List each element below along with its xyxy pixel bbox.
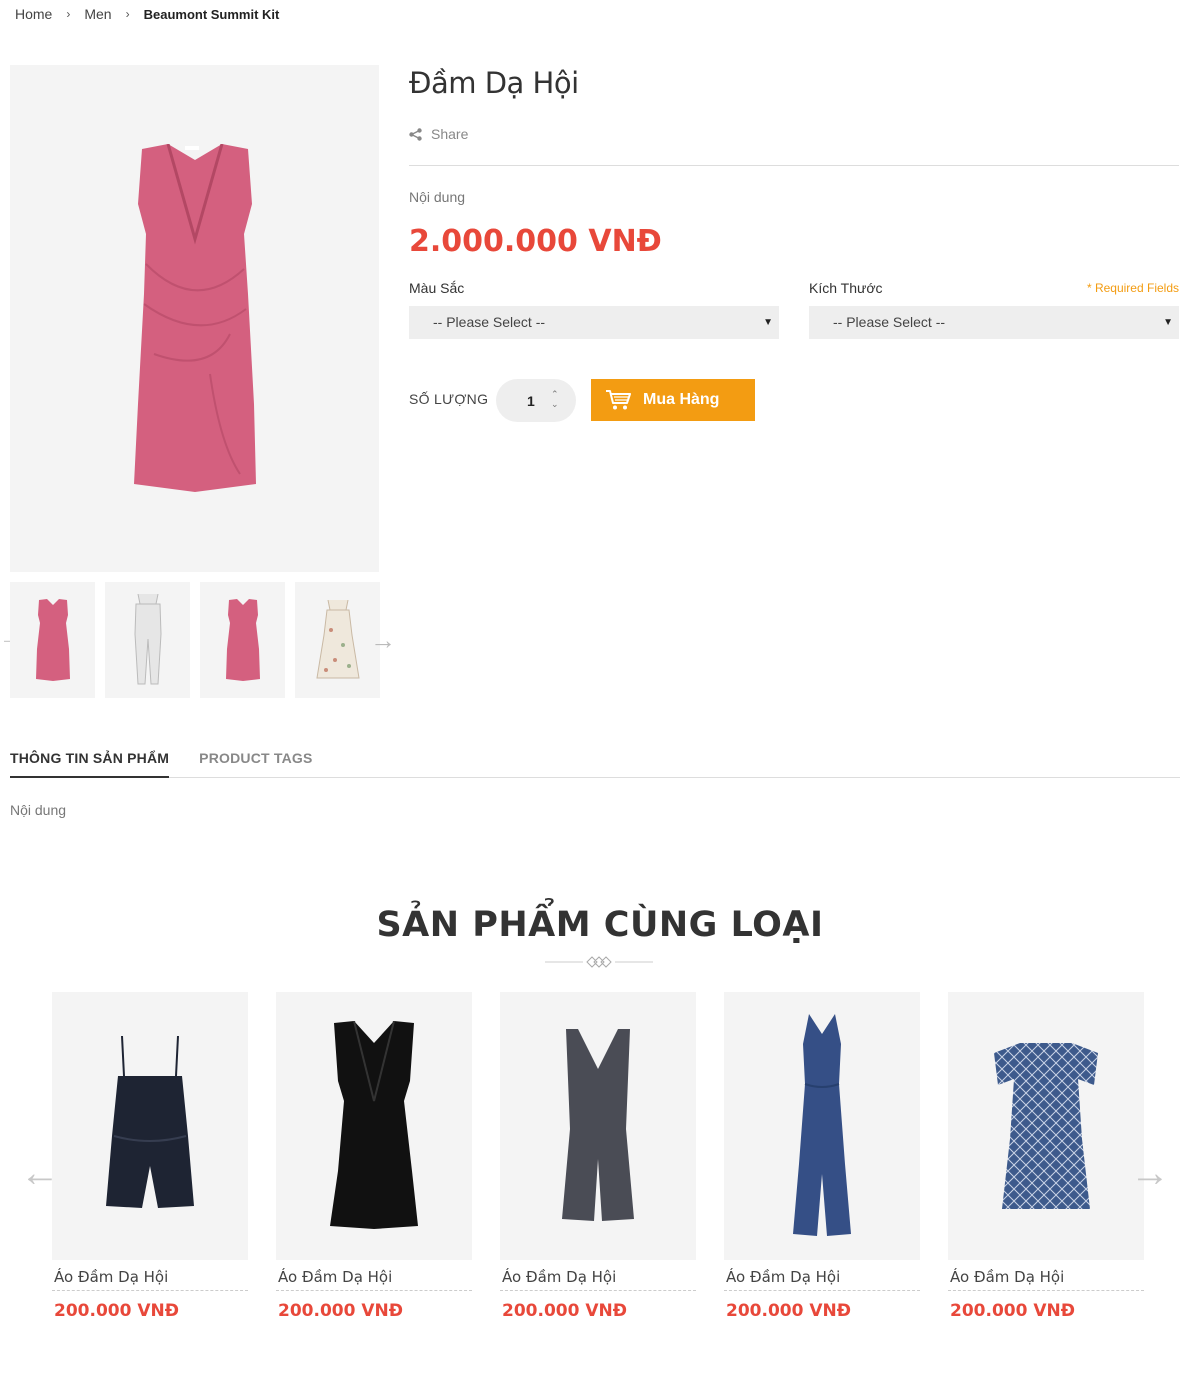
color-label: Màu Sắc: [409, 280, 465, 296]
navy-romper-icon: [106, 1036, 194, 1208]
black-wrap-dress-icon: [330, 1021, 418, 1229]
related-product-price: 200.000 VNĐ: [726, 1301, 851, 1321]
tab-product-info[interactable]: THÔNG TIN SẢN PHẨM: [10, 750, 170, 778]
blue-print-dress-icon: [994, 1042, 1098, 1209]
add-to-cart-button[interactable]: Mua Hàng: [591, 379, 755, 421]
chevron-right-icon: ›: [66, 7, 71, 21]
related-next-arrow-icon[interactable]: →: [1130, 1153, 1176, 1193]
chevron-right-icon: ›: [125, 7, 130, 21]
floral-dress-icon: [315, 600, 360, 679]
breadcrumb: Home › Men › Beaumont Summit Kit: [15, 6, 279, 22]
tab-content: Nội dung: [10, 802, 67, 818]
product-tabs: THÔNG TIN SẢN PHẨM PRODUCT TAGS: [10, 750, 1180, 778]
related-product-name[interactable]: Áo Đầm Dạ Hội: [724, 1268, 920, 1291]
tab-product-tags[interactable]: PRODUCT TAGS: [199, 750, 312, 778]
related-product-image[interactable]: [724, 992, 920, 1260]
related-product-card[interactable]: Áo Đầm Dạ Hội 200.000 VNĐ: [52, 992, 248, 1321]
related-product-card[interactable]: Áo Đầm Dạ Hội 200.000 VNĐ: [948, 992, 1144, 1321]
quantity-stepper[interactable]: 1 ⌃ ⌄: [496, 379, 576, 422]
blue-halter-jumpsuit-icon: [793, 1013, 851, 1236]
related-product-price: 200.000 VNĐ: [278, 1301, 403, 1321]
share-link[interactable]: Share: [409, 126, 468, 142]
related-product-card[interactable]: Áo Đầm Dạ Hội 200.000 VNĐ: [500, 992, 696, 1321]
related-product-image[interactable]: [52, 992, 248, 1260]
pink-dress-icon: [225, 599, 260, 681]
thumbnail-1[interactable]: [10, 582, 95, 698]
related-product-name[interactable]: Áo Đầm Dạ Hội: [948, 1268, 1144, 1291]
breadcrumb-current: Beaumont Summit Kit: [143, 6, 280, 22]
related-product-name[interactable]: Áo Đầm Dạ Hội: [52, 1268, 248, 1291]
color-select-value: -- Please Select --: [433, 314, 546, 330]
pink-dress-icon: [133, 143, 256, 492]
share-label: Share: [431, 126, 469, 142]
main-product-image[interactable]: [10, 65, 379, 572]
thumbnail-next-arrow-icon[interactable]: →: [370, 626, 402, 654]
related-section-title: SẢN PHẨM CÙNG LOẠI: [376, 905, 824, 945]
related-product-image[interactable]: [276, 992, 472, 1260]
divider: [409, 165, 1179, 166]
product-description: Nội dung: [409, 189, 466, 205]
breadcrumb-home-link[interactable]: Home: [15, 6, 52, 22]
stepper-arrows-icon[interactable]: ⌃ ⌄: [551, 389, 559, 409]
shopping-cart-icon: [606, 390, 631, 410]
share-icon: [409, 127, 422, 141]
product-price: 2.000.000 VNĐ: [409, 224, 662, 259]
related-product-image[interactable]: [500, 992, 696, 1260]
size-select[interactable]: -- Please Select -- ▼: [809, 306, 1179, 339]
size-label: Kích Thước: [809, 280, 883, 296]
related-product-image[interactable]: [948, 992, 1144, 1260]
thumbnail-2[interactable]: [105, 582, 190, 698]
required-fields-note: * Required Fields: [1086, 281, 1179, 295]
breadcrumb-men-link[interactable]: Men: [84, 6, 111, 22]
related-product-card[interactable]: Áo Đầm Dạ Hội 200.000 VNĐ: [724, 992, 920, 1321]
add-to-cart-label: Mua Hàng: [643, 391, 720, 408]
related-product-card[interactable]: Áo Đầm Dạ Hội 200.000 VNĐ: [276, 992, 472, 1321]
thumbnail-4[interactable]: [295, 582, 380, 698]
related-product-name[interactable]: Áo Đầm Dạ Hội: [276, 1268, 472, 1291]
related-product-price: 200.000 VNĐ: [950, 1301, 1075, 1321]
quantity-label: SỐ LƯỢNG: [409, 391, 489, 407]
thumbnail-3[interactable]: [200, 582, 285, 698]
related-product-price: 200.000 VNĐ: [502, 1301, 627, 1321]
caret-down-icon: ▼: [1163, 317, 1173, 328]
ornament-divider-icon: [545, 956, 653, 968]
product-title: Đầm Dạ Hội: [409, 66, 579, 100]
caret-down-icon: ▼: [763, 317, 773, 328]
quantity-value[interactable]: 1: [527, 393, 535, 409]
color-select[interactable]: -- Please Select -- ▼: [409, 306, 779, 339]
pink-dress-icon: [35, 599, 70, 681]
thumbnail-strip: [10, 582, 380, 698]
size-select-value: -- Please Select --: [833, 314, 946, 330]
related-product-price: 200.000 VNĐ: [54, 1301, 179, 1321]
related-product-name[interactable]: Áo Đầm Dạ Hội: [500, 1268, 696, 1291]
grey-jumpsuit-icon: [562, 1028, 634, 1221]
white-jumpsuit-icon: [133, 594, 162, 685]
